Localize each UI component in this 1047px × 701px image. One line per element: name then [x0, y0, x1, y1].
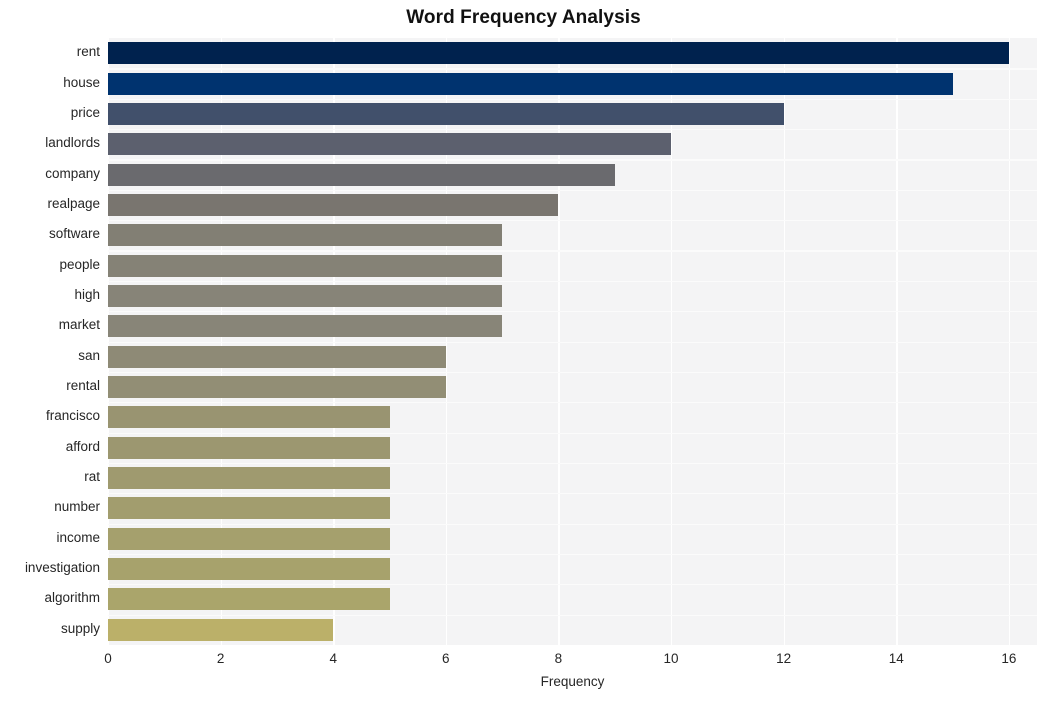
x-axis-tick-label: 0 — [104, 651, 112, 666]
bar — [108, 527, 390, 550]
bar — [108, 315, 503, 338]
y-axis-tick-label: company — [45, 165, 100, 181]
bar — [108, 72, 953, 95]
bar — [108, 102, 784, 125]
y-axis-tick-label: number — [54, 499, 100, 515]
gridline-horizontal — [108, 341, 1037, 343]
plot-area — [108, 38, 1037, 645]
bar — [108, 284, 503, 307]
bar — [108, 497, 390, 520]
y-axis-tick-label: algorithm — [44, 590, 100, 606]
y-axis-tick-label: rat — [84, 469, 100, 485]
y-axis-tick-label: san — [78, 347, 100, 363]
gridline-horizontal — [108, 371, 1037, 374]
bar — [108, 618, 334, 641]
gridline-horizontal — [108, 432, 1037, 434]
bar — [108, 436, 390, 459]
bar — [108, 345, 446, 368]
x-axis-tick-label: 6 — [442, 651, 450, 666]
gridline-horizontal — [108, 280, 1037, 282]
bar — [108, 254, 503, 277]
chart-title: Word Frequency Analysis — [406, 7, 641, 28]
y-axis-tick-label: rental — [66, 378, 100, 394]
x-axis-tick-label: 2 — [216, 651, 225, 666]
y-axis-tick-label: house — [63, 74, 100, 90]
bar — [108, 163, 615, 186]
x-axis-tick-label: 4 — [329, 651, 337, 666]
x-axis-tick-label: 16 — [1001, 651, 1017, 666]
y-axis-tick-label: market — [58, 317, 100, 333]
bar — [108, 224, 503, 247]
gridline-horizontal — [108, 250, 1037, 252]
x-axis-label: Frequency — [540, 674, 605, 689]
y-axis-tick-label: francisco — [45, 408, 100, 424]
gridline-horizontal — [108, 220, 1037, 222]
gridline-horizontal — [108, 462, 1037, 465]
gridline-horizontal — [108, 159, 1037, 161]
chart-figure: Word Frequency Analysis rent house price la… — [0, 0, 1047, 701]
y-axis-tick-label: high — [74, 286, 100, 302]
gridline-horizontal — [108, 553, 1037, 556]
gridline-horizontal — [108, 189, 1037, 191]
gridline-horizontal — [108, 129, 1037, 131]
x-axis-tick-label: 8 — [554, 651, 563, 666]
gridline-horizontal — [108, 311, 1037, 313]
y-axis-tick-label: rent — [76, 44, 100, 60]
gridline-horizontal — [108, 493, 1037, 495]
bar — [108, 588, 390, 611]
gridline-horizontal — [108, 523, 1037, 525]
gridline-horizontal — [108, 584, 1037, 586]
gridline-horizontal — [108, 98, 1037, 100]
y-axis-tick-label: realpage — [47, 195, 100, 211]
bar — [108, 558, 390, 581]
bar — [108, 376, 446, 399]
x-axis-tick-label: 12 — [776, 651, 792, 666]
y-axis-tick-label: supply — [60, 620, 100, 636]
x-axis-tick-label: 14 — [888, 651, 904, 666]
bar — [108, 42, 1009, 65]
y-axis-tick-label: landlords — [45, 135, 100, 151]
y-axis-tick-label: people — [59, 256, 100, 272]
gridline-horizontal — [108, 614, 1037, 616]
bar — [108, 406, 390, 429]
y-axis-tick-label: investigation — [24, 560, 100, 576]
gridline-horizontal — [108, 68, 1037, 70]
y-axis-tick-label: income — [56, 529, 100, 545]
bar — [108, 133, 672, 156]
x-axis-tick-label: 10 — [663, 651, 679, 666]
bar — [108, 467, 390, 490]
y-axis-tick-label: software — [48, 226, 100, 242]
y-axis-tick-label: afford — [65, 438, 100, 454]
gridline-horizontal — [108, 402, 1037, 404]
bar — [108, 193, 559, 216]
y-axis-tick-label: price — [70, 104, 100, 120]
